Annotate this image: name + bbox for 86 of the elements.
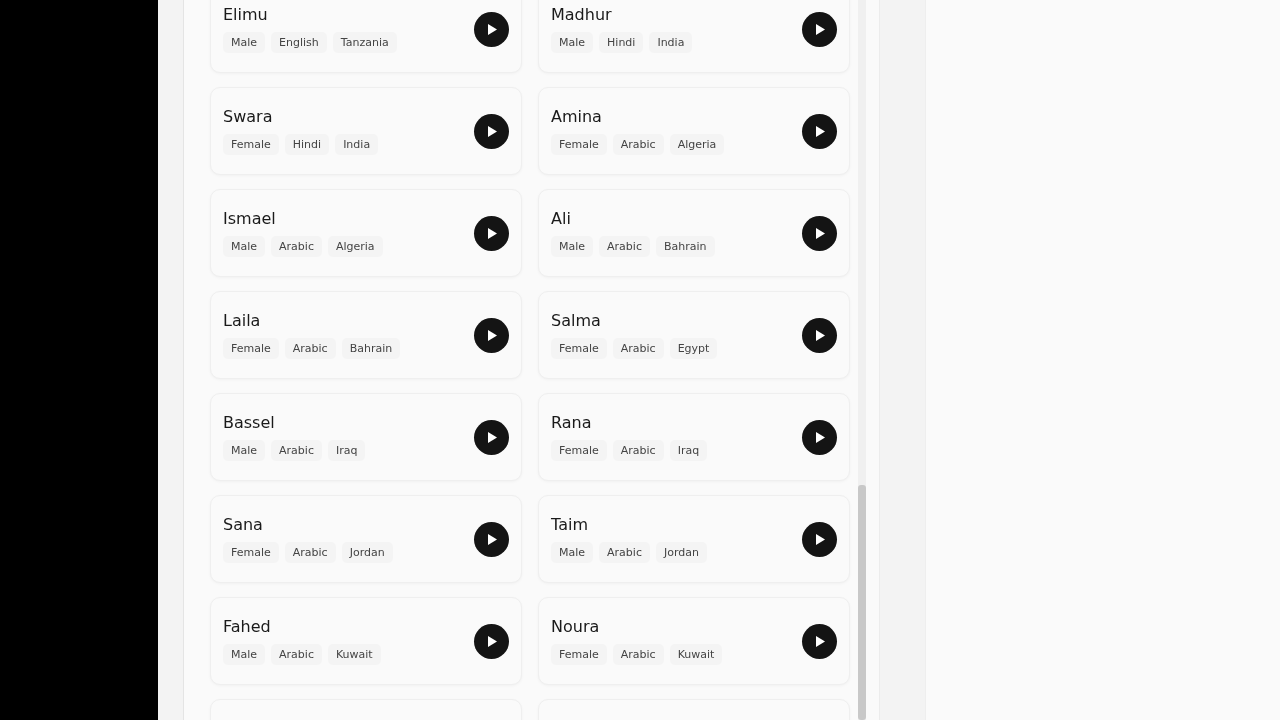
voice-tag: Arabic [284, 542, 336, 563]
voice-name: Amina [551, 107, 603, 126]
play-button[interactable] [474, 521, 509, 557]
voice-tag: Female [551, 440, 607, 461]
play-button[interactable] [802, 521, 837, 557]
play-icon [485, 226, 498, 240]
play-button[interactable] [802, 11, 837, 47]
voice-tag: Male [551, 32, 594, 53]
play-button[interactable] [474, 317, 509, 353]
voice-tag: Jordan [341, 542, 393, 563]
voice-tag: Algeria [327, 236, 383, 257]
voice-tag: India [649, 32, 693, 53]
play-icon [485, 532, 498, 546]
voice-name: Laila [223, 311, 262, 330]
voice-tag: English [271, 32, 327, 53]
play-icon [485, 22, 498, 36]
voice-name: Ali [551, 209, 572, 228]
voice-tag: Algeria [669, 134, 725, 155]
voice-name: Salma [551, 311, 602, 330]
voice-name: Sana [223, 515, 264, 534]
voice-tag: Iraq [669, 440, 708, 461]
voice-tag: Female [551, 134, 607, 155]
play-button[interactable] [474, 623, 509, 659]
voice-tag: Tanzania [332, 32, 397, 53]
voice-tag: Female [223, 542, 279, 563]
voice-name: Bassel [223, 413, 276, 432]
voice-tag: Arabic [271, 236, 322, 257]
voice-tag: Egypt [669, 338, 718, 359]
play-icon [485, 124, 498, 138]
play-icon [485, 634, 498, 648]
play-icon [485, 430, 498, 444]
voice-tag: Bahrain [341, 338, 401, 359]
play-icon [813, 328, 826, 342]
voice-tag: Iraq [327, 440, 366, 461]
play-icon [813, 430, 826, 444]
voice-tag: Arabic [271, 440, 322, 461]
voice-name: Madhur [551, 5, 613, 24]
voice-tag: Arabic [612, 644, 664, 665]
play-button[interactable] [802, 215, 837, 251]
scrollbar-thumb[interactable] [858, 485, 866, 720]
voice-name: Elimu [223, 5, 269, 24]
play-button[interactable] [802, 419, 837, 455]
voice-tag: Hindi [284, 134, 330, 155]
voice-tag: Male [551, 542, 594, 563]
voice-tag: Male [223, 236, 266, 257]
voice-tag: Arabic [599, 542, 650, 563]
voice-name: Fahed [223, 617, 272, 636]
voice-tag: Hindi [599, 32, 644, 53]
voice-name: Ismael [223, 209, 277, 228]
voice-tag: Arabic [612, 134, 664, 155]
play-button[interactable] [802, 317, 837, 353]
voice-tag: Arabic [612, 338, 664, 359]
play-icon [813, 532, 826, 546]
voice-name: Noura [551, 617, 601, 636]
voice-tag: Jordan [655, 542, 707, 563]
play-button[interactable] [474, 215, 509, 251]
play-button[interactable] [802, 623, 837, 659]
voice-name: Swara [223, 107, 274, 126]
voice-tag: Bahrain [655, 236, 715, 257]
voice-tag: Kuwait [669, 644, 723, 665]
voice-tag: Female [551, 644, 607, 665]
voice-tag: Female [223, 338, 279, 359]
voice-tag: Male [551, 236, 594, 257]
voice-tag: Arabic [599, 236, 650, 257]
voice-tag: Arabic [271, 644, 322, 665]
scrollbar[interactable] [858, 0, 866, 720]
voice-name: Rana [551, 413, 593, 432]
voice-tag: Arabic [612, 440, 664, 461]
voice-tag: Male [223, 644, 266, 665]
voice-tag: Female [223, 134, 279, 155]
play-icon [813, 22, 826, 36]
play-icon [813, 634, 826, 648]
voice-tag: Arabic [284, 338, 336, 359]
voice-tag: Male [223, 32, 266, 53]
play-button[interactable] [474, 113, 509, 149]
voice-tag: Female [551, 338, 607, 359]
voice-tag: India [335, 134, 379, 155]
play-icon [813, 226, 826, 240]
play-button[interactable] [802, 113, 837, 149]
voice-tag: Kuwait [327, 644, 381, 665]
voice-name: Taim [551, 515, 589, 534]
play-button[interactable] [474, 11, 509, 47]
play-icon [813, 124, 826, 138]
voice-tag: Male [223, 440, 266, 461]
play-button[interactable] [474, 419, 509, 455]
play-icon [485, 328, 498, 342]
